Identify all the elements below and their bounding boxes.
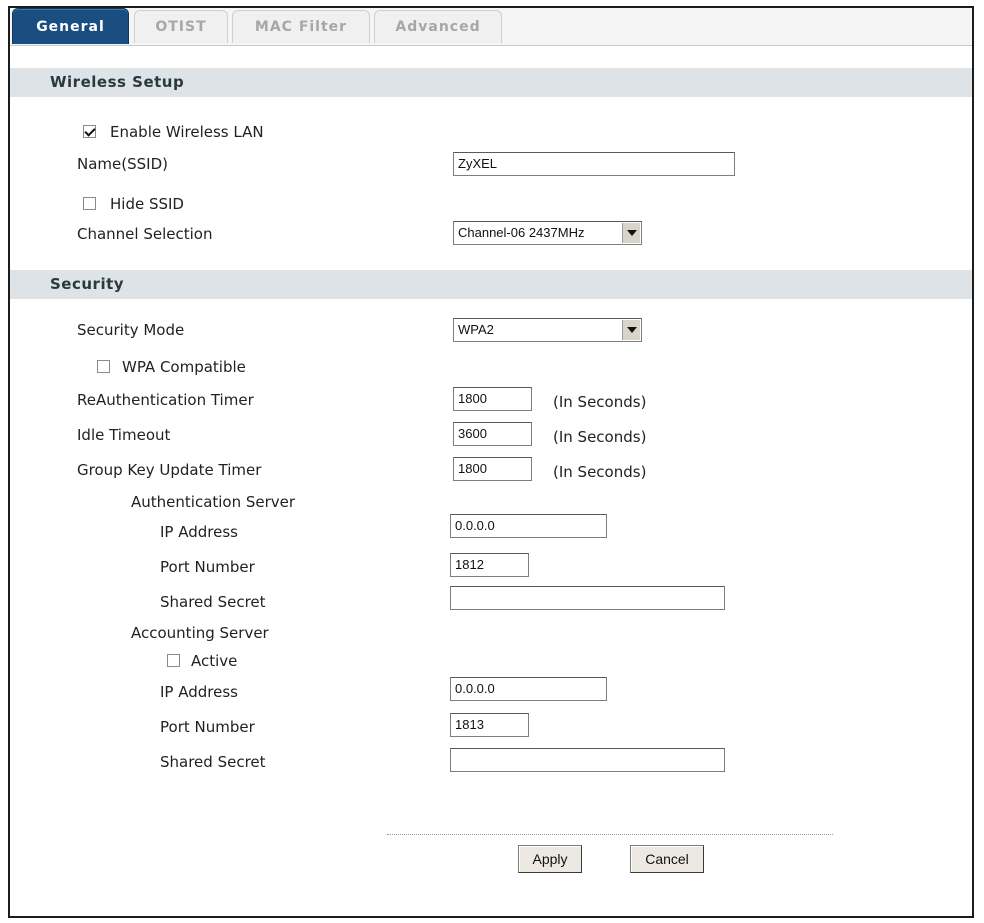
dropdown-arrow-icon[interactable] [622,320,640,340]
acct-active-label: Active [191,652,238,670]
wpa-compatible-checkbox[interactable] [97,360,110,373]
channel-select-value: Channel-06 2437MHz [458,225,585,240]
tab-bar: General OTIST MAC Filter Advanced [10,8,972,46]
acct-secret-label: Shared Secret [160,753,266,771]
security-mode-select[interactable]: WPA2 [453,318,642,342]
auth-secret-input[interactable] [450,586,725,610]
acct-ip-label: IP Address [160,683,238,701]
ssid-label: Name(SSID) [77,155,168,173]
accounting-server-label: Accounting Server [131,624,269,642]
tab-mac-filter[interactable]: MAC Filter [232,10,370,43]
enable-wireless-lan-label: Enable Wireless LAN [110,123,264,141]
idle-timeout-label: Idle Timeout [77,426,171,444]
group-key-timer-label: Group Key Update Timer [77,461,262,479]
tab-otist[interactable]: OTIST [134,10,228,43]
hide-ssid-label: Hide SSID [110,195,184,213]
reauth-timer-label: ReAuthentication Timer [77,391,254,409]
tab-advanced[interactable]: Advanced [374,10,502,43]
acct-ip-input[interactable]: 0.0.0.0 [450,677,607,701]
group-key-timer-unit: (In Seconds) [553,463,647,481]
dropdown-arrow-icon[interactable] [622,223,640,243]
security-header: Security [10,270,972,299]
auth-port-input[interactable]: 1812 [450,553,529,577]
security-mode-label: Security Mode [77,321,185,339]
wireless-setup-header: Wireless Setup [10,68,972,97]
auth-ip-label: IP Address [160,523,238,541]
security-mode-value: WPA2 [458,322,494,337]
config-panel: General OTIST MAC Filter Advanced Wirele… [8,6,974,918]
idle-timeout-unit: (In Seconds) [553,428,647,446]
channel-selection-label: Channel Selection [77,225,213,243]
authentication-server-label: Authentication Server [131,493,296,511]
reauth-timer-unit: (In Seconds) [553,393,647,411]
cancel-button[interactable]: Cancel [630,845,704,873]
group-key-timer-input[interactable]: 1800 [453,457,532,481]
acct-port-input[interactable]: 1813 [450,713,529,737]
auth-ip-input[interactable]: 0.0.0.0 [450,514,607,538]
hide-ssid-checkbox[interactable] [83,197,96,210]
idle-timeout-input[interactable]: 3600 [453,422,532,446]
acct-secret-input[interactable] [450,748,725,772]
auth-secret-label: Shared Secret [160,593,266,611]
wpa-compatible-label: WPA Compatible [122,358,246,376]
reauth-timer-input[interactable]: 1800 [453,387,532,411]
acct-port-label: Port Number [160,718,255,736]
tab-general[interactable]: General [12,8,129,44]
channel-select[interactable]: Channel-06 2437MHz [453,221,642,245]
ssid-input[interactable]: ZyXEL [453,152,735,176]
apply-button[interactable]: Apply [518,845,582,873]
enable-wireless-lan-checkbox[interactable] [83,125,96,138]
auth-port-label: Port Number [160,558,255,576]
acct-active-checkbox[interactable] [167,654,180,667]
footer-divider [387,834,833,835]
